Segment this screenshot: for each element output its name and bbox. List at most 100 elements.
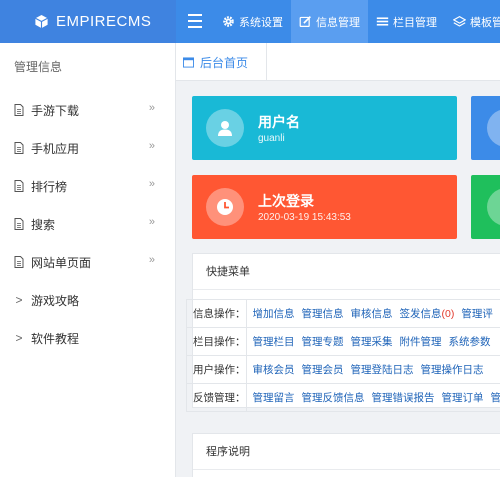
last-login-card: 上次登录 2020-03-19 15:43:53 [192,175,457,239]
double-chevron-icon: » [148,178,155,190]
nav-label: 信息管理 [316,16,360,29]
sidebar-item-single-pages[interactable]: 网站单页面 » [0,243,175,281]
sidebar: 管理信息 手游下载 » 手机应用 » 排行榜 » 搜索 » 网站单页面 » > … [0,43,176,477]
link-manage-feedback[interactable]: 管理反馈信息 [302,392,365,404]
link-manage-comments[interactable]: 管理评 [461,308,493,320]
document-icon [14,104,24,116]
tab-bar: 后台首页 [176,43,500,81]
list-icon [376,17,389,26]
layers-icon [453,15,466,27]
link-manage-messages[interactable]: 管理留言 [253,392,295,404]
link-manage-info[interactable]: 管理信息 [302,308,344,320]
link-system-params[interactable]: 系统参数 [449,336,491,348]
row-links: 管理留言管理反馈信息管理错误报告管理订单管理 [245,383,500,412]
tab-label: 后台首页 [200,55,249,70]
link-operation-logs[interactable]: 管理操作日志 [421,364,484,376]
brand-logo[interactable]: EMPIRECMS [0,0,176,43]
table-row: 栏目操作： 管理栏目 管理专题 管理采集 附件管理 系统参数 [186,327,500,356]
link-review-info[interactable]: 审核信息 [351,308,393,320]
sidebar-item-rankings[interactable]: 排行榜 » [0,167,175,205]
sign-count-badge: (0) [441,308,455,320]
program-info-title: 程序说明 [193,434,500,470]
sidebar-item-label: 手游下载 [31,103,80,118]
link-manage-more[interactable]: 管理 [491,392,500,404]
top-bar: EMPIRECMS 系统设置 信息管理 栏目管理 模板管理 [0,0,500,43]
document-icon [14,256,24,268]
quick-menu-table: 信息操作： 增加信息 管理信息 审核信息 签发信息(0) 管理评 栏目操作： 管理栏目管… [186,299,500,412]
brand-name: EMPIRECMS [56,13,152,30]
last-login-title: 上次登录 [258,193,314,209]
link-attachments[interactable]: 附件管理 [400,336,442,348]
sidebar-item-game-guides[interactable]: > 游戏攻略 [0,281,175,319]
double-chevron-icon: » [148,254,155,266]
row-links: 审核会员 管理会员 管理登陆日志 管理操作日志 [245,355,500,384]
link-manage-orders[interactable]: 管理订单 [442,392,484,404]
sidebar-item-label: 软件教程 [31,331,80,346]
document-icon [14,180,24,192]
quick-menu-title: 快捷菜单 [193,254,500,290]
table-row: 信息操作： 增加信息 管理信息 审核信息 签发信息(0) 管理评 [186,299,500,328]
sidebar-item-label: 手机应用 [31,141,80,156]
nav-label: 系统设置 [239,16,283,29]
edit-icon [299,16,311,27]
chevron-right-icon: > [15,293,23,307]
clock-icon [217,199,233,215]
link-sign-info[interactable]: 签发信息 [400,308,442,320]
double-chevron-icon: » [148,216,155,228]
sidebar-item-software-tutorials[interactable]: > 软件教程 [0,319,175,357]
partial-green-card [471,175,500,239]
last-login-value: 2020-03-19 15:43:53 [258,212,351,223]
document-icon [14,142,24,154]
user-avatar [206,109,244,147]
partial-card-avatar [487,188,500,226]
username-title: 用户名 [258,114,300,130]
nav-label: 模板管理 [470,16,500,29]
double-chevron-icon: » [148,140,155,152]
sidebar-item-label: 搜索 [31,217,56,232]
link-manage-columns[interactable]: 管理栏目 [253,336,295,348]
partial-blue-card [471,96,500,160]
link-login-logs[interactable]: 管理登陆日志 [351,364,414,376]
nav-template-management[interactable]: 模板管理 [445,0,500,43]
double-chevron-icon: » [148,102,155,114]
partial-card-avatar [487,109,500,147]
top-nav: 系统设置 信息管理 栏目管理 模板管理 [214,0,500,43]
sidebar-item-label: 网站单页面 [31,255,92,270]
sidebar-item-mobile-games[interactable]: 手游下载 » [0,91,175,129]
window-icon [183,56,194,68]
chevron-right-icon: > [15,331,23,345]
nav-info-management[interactable]: 信息管理 [291,0,368,43]
row-links: 管理栏目 管理专题 管理采集 附件管理 系统参数 [245,327,500,356]
cube-icon [35,14,48,29]
document-icon [14,218,24,230]
sidebar-item-mobile-apps[interactable]: 手机应用 » [0,129,175,167]
link-review-members[interactable]: 审核会员 [253,364,295,376]
sidebar-item-search[interactable]: 搜索 » [0,205,175,243]
row-label: 信息操作： [186,299,247,328]
tab-dashboard-home[interactable]: 后台首页 [176,43,267,81]
sidebar-heading: 管理信息 [14,60,63,74]
row-links: 增加信息 管理信息 审核信息 签发信息(0) 管理评 [245,299,500,328]
nav-column-management[interactable]: 栏目管理 [368,0,445,43]
nav-system-settings[interactable]: 系统设置 [214,0,291,43]
nav-label: 栏目管理 [393,16,437,29]
link-manage-collection[interactable]: 管理采集 [351,336,393,348]
username-card: 用户名 guanli [192,96,457,160]
sidebar-item-label: 排行榜 [31,179,68,194]
link-add-info[interactable]: 增加信息 [253,308,295,320]
link-manage-members[interactable]: 管理会员 [302,364,344,376]
table-row: 反馈管理： 管理留言管理反馈信息管理错误报告管理订单管理 [186,383,500,412]
table-row: 用户操作： 审核会员 管理会员 管理登陆日志 管理操作日志 [186,355,500,384]
link-error-reports[interactable]: 管理错误报告 [372,392,435,404]
row-label: 反馈管理： [186,383,247,412]
menu-toggle-button[interactable] [188,14,202,28]
program-info-panel: 程序说明 [192,433,500,477]
user-icon [218,121,232,136]
sidebar-item-label: 游戏攻略 [31,293,80,308]
main-content: 用户名 guanli 上次登录 2020-03-19 15:43:53 快捷菜单… [176,81,500,477]
gear-icon [223,16,234,27]
link-manage-topics[interactable]: 管理专题 [302,336,344,348]
username-value: guanli [258,133,285,144]
row-label: 用户操作： [186,355,247,384]
row-label: 栏目操作： [186,327,247,356]
